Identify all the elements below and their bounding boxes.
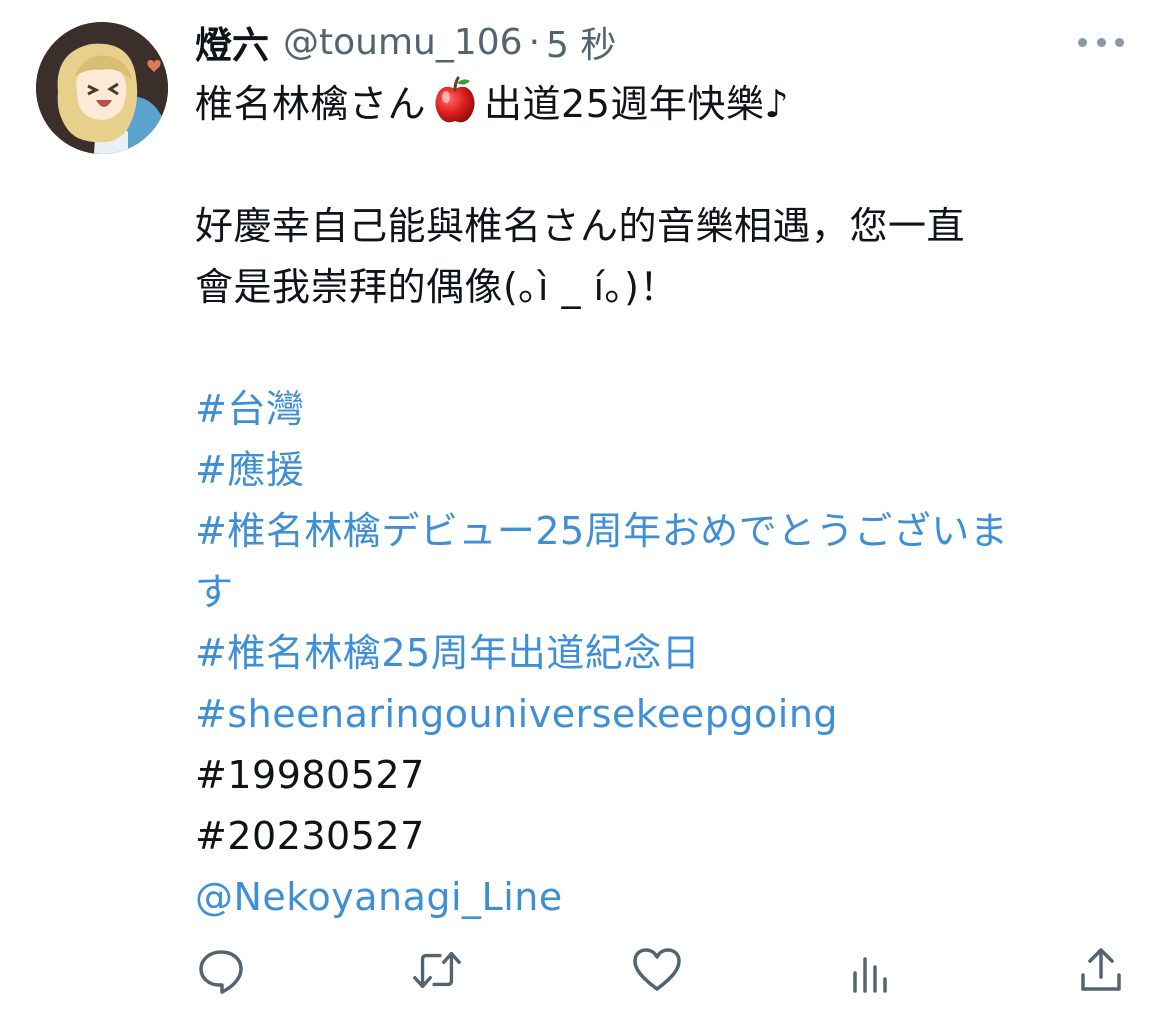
tweet-line-1: 椎名林檎さん 出道25週年快樂♪ [195, 74, 1140, 135]
display-name[interactable]: 燈六 [195, 15, 269, 69]
heart-icon-graphic [633, 948, 681, 991]
timestamp[interactable]: 5 秒 [546, 16, 616, 68]
hashtag-link-continued[interactable]: す [195, 562, 1140, 623]
tweet-text: 椎名林檎さん 出道25週年快樂♪ 好慶幸自己能與椎名さん的音樂相遇，您一直 會是… [195, 74, 1140, 928]
avatar[interactable] [36, 22, 168, 154]
retweet-icon[interactable] [411, 944, 463, 996]
tweet-header: 燈六 @toumu_106 · 5 秒 [195, 16, 1130, 68]
views-icon[interactable] [845, 944, 897, 996]
plain-hashtag: #19980527 [195, 753, 425, 797]
tweet-line-3: 會是我崇拜的偶像(｡ì _ í｡)！ [195, 265, 678, 309]
user-handle[interactable]: @toumu_106 [283, 22, 523, 63]
hashtag-link[interactable]: #台灣 [195, 379, 1140, 440]
mention-link[interactable]: @Nekoyanagi_Line [195, 867, 1140, 928]
more-dot [1096, 37, 1106, 47]
apple-emoji [435, 76, 475, 123]
reply-icon-graphic [199, 950, 243, 994]
hashtag-link[interactable]: #應援 [195, 440, 1140, 501]
heart-icon[interactable] [631, 944, 683, 996]
reply-icon[interactable] [195, 944, 247, 996]
more-dot [1078, 37, 1087, 47]
views-icon-graphic [853, 957, 887, 993]
tweet-line-1-end: 出道25週年快樂♪ [484, 82, 790, 126]
tweet-line-2: 好慶幸自己能與椎名さん的音樂相遇，您一直 [195, 204, 966, 248]
tweet-action-bar [195, 944, 1132, 1000]
hashtag-link[interactable]: #sheenaringouniversekeepgoing [195, 684, 1140, 745]
hashtag-link[interactable]: #椎名林檎デビュー25周年おめでとうございま [195, 501, 1140, 562]
more-dot [1115, 37, 1124, 47]
share-icon[interactable] [1075, 944, 1127, 996]
tweet-line-1-start: 椎名林檎さん [195, 82, 427, 126]
more-dots-icon[interactable] [1078, 28, 1124, 56]
retweet-icon-graphic [413, 951, 461, 989]
hashtag-link[interactable]: #椎名林檎25周年出道紀念日 [195, 623, 1140, 684]
share-icon-graphic [1081, 948, 1121, 991]
avatar-illustration [36, 22, 168, 154]
plain-hashtag: #20230527 [195, 814, 425, 858]
separator-dot: · [528, 21, 541, 63]
